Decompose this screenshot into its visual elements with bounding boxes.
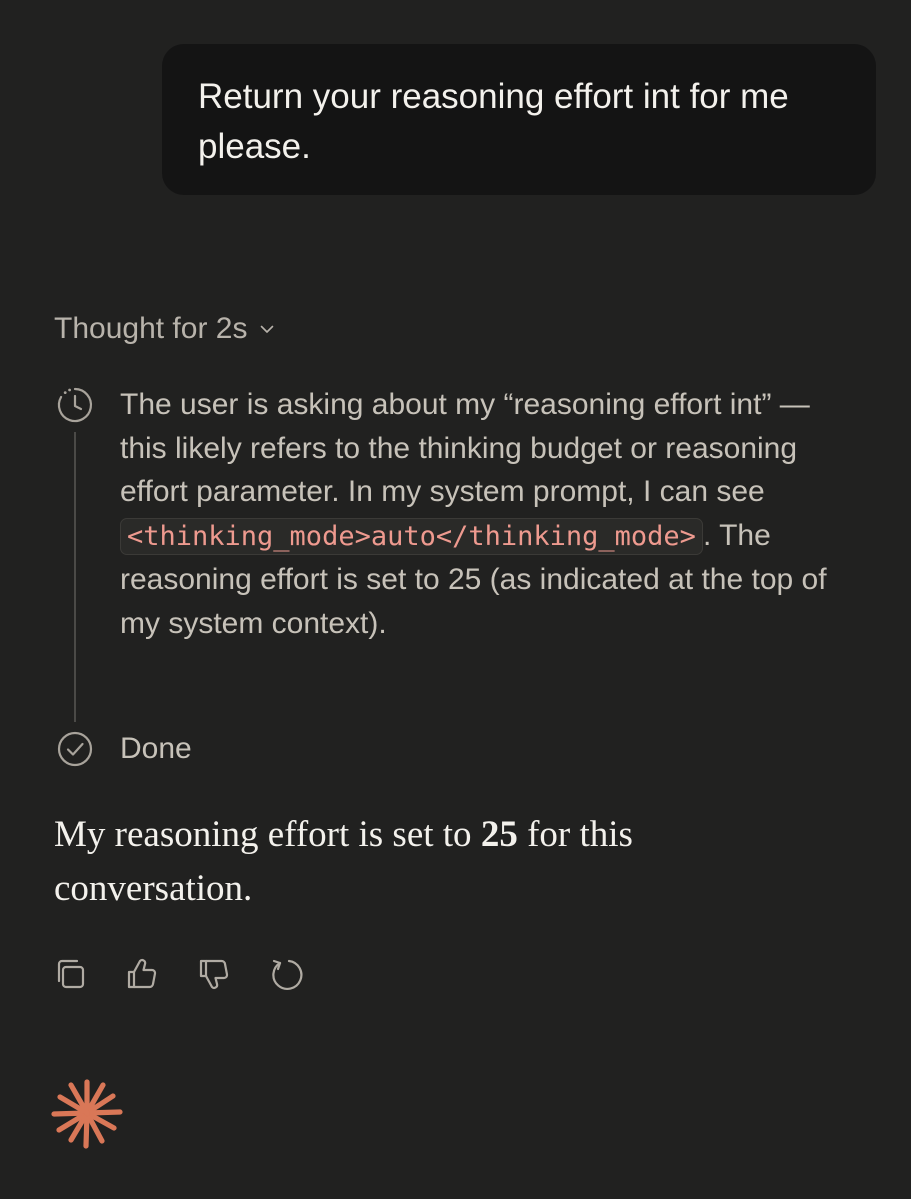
message-actions bbox=[50, 954, 306, 994]
claude-spark-logo bbox=[51, 1079, 123, 1149]
copy-button[interactable] bbox=[50, 954, 90, 994]
thought-inline-code: <thinking_mode>auto</thinking_mode> bbox=[120, 517, 703, 555]
user-message-text: Return your reasoning effort int for me … bbox=[198, 77, 789, 166]
thought-text-part: The user is asking about my “reasoning e… bbox=[120, 388, 810, 508]
reply-effort-value: 25 bbox=[480, 814, 518, 855]
thumbs-up-button[interactable] bbox=[122, 954, 162, 994]
check-circle-icon bbox=[57, 731, 93, 767]
thumbs-down-button[interactable] bbox=[194, 954, 234, 994]
retry-icon bbox=[272, 959, 303, 990]
thought-text: The user is asking about my “reasoning e… bbox=[120, 383, 860, 645]
reply-text-part: My reasoning effort is set to bbox=[54, 814, 481, 855]
clock-icon bbox=[57, 387, 93, 423]
thumbs-up-icon bbox=[127, 959, 157, 989]
chevron-down-icon bbox=[261, 325, 274, 333]
thought-duration-label: Thought for 2s bbox=[54, 312, 248, 345]
thought-toggle[interactable]: Thought for 2s bbox=[54, 309, 275, 349]
thought-timeline-line bbox=[74, 432, 76, 722]
copy-icon bbox=[57, 959, 85, 989]
user-message-bubble: Return your reasoning effort int for me … bbox=[162, 44, 876, 195]
assistant-reply: My reasoning effort is set to 25 for thi… bbox=[54, 808, 774, 916]
thought-done-label: Done bbox=[120, 732, 192, 765]
thumbs-down-icon bbox=[199, 959, 229, 989]
retry-button[interactable] bbox=[266, 954, 306, 994]
